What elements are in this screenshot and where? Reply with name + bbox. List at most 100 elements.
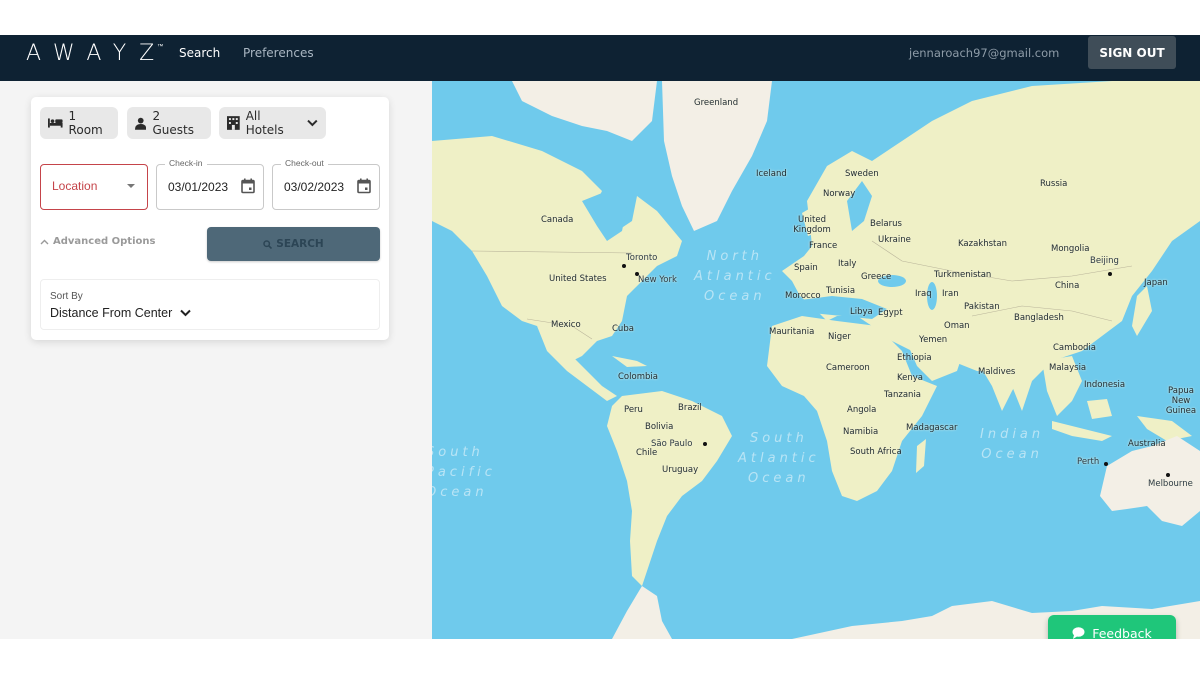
country-label: Papua New Guinea [1165,386,1197,416]
calendar-icon[interactable] [357,178,371,194]
nav-search[interactable]: Search [179,46,220,60]
location-select[interactable]: Location [40,164,148,210]
chat-bubble-icon [1072,627,1085,639]
country-label: Uruguay [662,465,699,475]
ocean-label-indian: Indian Ocean [980,427,1045,462]
ocean-label-south-atlantic: South Atlantic Ocean [738,431,820,486]
checkin-value: 03/01/2023 [168,180,229,194]
nav-preferences[interactable]: Preferences [243,46,314,60]
sort-by-select[interactable]: Sort By Distance From Center [40,279,380,330]
country-label: Indonesia [1084,380,1126,390]
landmass-caribbean [612,356,647,367]
city-marker [703,442,707,446]
country-label: Morocco [785,291,821,301]
country-label: Mauritania [769,327,815,337]
country-label: Greece [861,272,892,282]
city-marker [622,264,626,268]
checkin-field[interactable]: Check-in 03/01/2023 [156,158,264,210]
chevron-up-icon [40,239,49,244]
search-button-label: SEARCH [276,238,324,250]
landmass-borneo [1087,399,1112,419]
country-label: Libya [850,307,873,317]
country-label: Brazil [678,403,702,413]
country-label: Maldives [978,367,1016,377]
country-label: Bolivia [645,422,674,432]
country-label: Cuba [612,324,634,334]
advanced-options-toggle[interactable]: Advanced Options [40,236,155,247]
feedback-button[interactable]: Feedback [1048,615,1176,639]
advanced-options-label: Advanced Options [53,236,156,247]
country-label: Norway [823,189,856,199]
country-label: Bangladesh [1014,313,1064,323]
country-label: Chile [636,448,658,458]
country-label: Ethiopia [897,353,932,363]
hotel-type-label: All Hotels [245,109,284,137]
landmass-png [1137,416,1192,441]
country-label: United Kingdom [793,215,831,235]
country-label: Mongolia [1051,244,1090,254]
country-label: Russia [1040,179,1068,189]
country-label: Colombia [618,372,658,382]
city-label: São Paulo [651,439,693,449]
location-placeholder: Location [52,179,98,193]
country-label: Pakistan [964,302,1000,312]
sign-out-button[interactable]: SIGN OUT [1088,36,1176,69]
landmass-indonesia [1052,421,1112,441]
country-label: Mexico [551,320,581,330]
country-label: Iran [942,289,959,299]
country-label: Canada [541,215,574,225]
country-label: Namibia [843,427,879,437]
sort-by-value: Distance From Center [50,306,173,320]
country-label: Iceland [756,169,787,179]
chevron-down-icon [307,119,318,127]
country-label: Sweden [845,169,879,179]
search-button[interactable]: SEARCH [207,227,380,261]
country-label: Egypt [878,308,903,318]
country-label: Tunisia [826,286,856,296]
landmass-madagascar [916,439,926,473]
country-label: South Africa [850,447,902,457]
person-icon [135,117,147,130]
country-label: Italy [838,259,857,269]
city-marker [1166,473,1170,477]
country-label: China [1055,281,1080,291]
world-map[interactable]: North Atlantic Ocean South Atlantic Ocean In… [432,81,1200,639]
country-label: Cambodia [1053,343,1096,353]
ocean-label-south-pacific: SouthPacificOcean [432,445,496,500]
rooms-chip[interactable]: 1 Room [40,107,118,139]
city-label: Toronto [626,253,658,263]
country-label: Niger [828,332,851,342]
guests-chip[interactable]: 2 Guests [127,107,211,139]
user-email: jennaroach97@gmail.com [909,46,1060,60]
country-label: France [809,241,838,251]
landmass-south-america [607,391,732,586]
country-label: Peru [624,405,643,415]
country-label: Iraq [915,289,932,299]
checkout-field[interactable]: Check-out 03/02/2023 [272,158,380,210]
map-landmasses [432,81,1200,639]
country-label: Ukraine [878,235,911,245]
calendar-icon[interactable] [241,178,255,194]
city-label: New York [638,275,677,285]
country-label: Japan [1144,278,1168,288]
search-icon [263,239,273,249]
bed-icon [48,118,63,128]
country-label: Malaysia [1049,363,1087,373]
country-label: Angola [847,405,877,415]
landmass-antarctica [612,586,672,639]
country-label: Madagascar [906,423,958,433]
rooms-label: 1 Room [68,109,103,137]
country-label: Australia [1128,439,1166,449]
logo[interactable]: AWAYZ™ [26,41,173,66]
city-marker [1104,462,1108,466]
country-label: United States [549,274,607,284]
top-navbar: AWAYZ™ Search Preferences jennaroach97@g… [0,35,1200,81]
hotel-type-dropdown[interactable]: All Hotels [219,107,326,139]
search-panel: 1 Room 2 Guests All Hotels Location Chec… [31,97,389,340]
checkout-label: Check-out [281,158,328,168]
sort-by-label: Sort By [50,291,83,302]
checkout-value: 03/02/2023 [284,180,345,194]
city-label: Beijing [1090,256,1119,266]
feedback-label: Feedback [1092,625,1152,640]
country-label: Turkmenistan [934,270,992,280]
